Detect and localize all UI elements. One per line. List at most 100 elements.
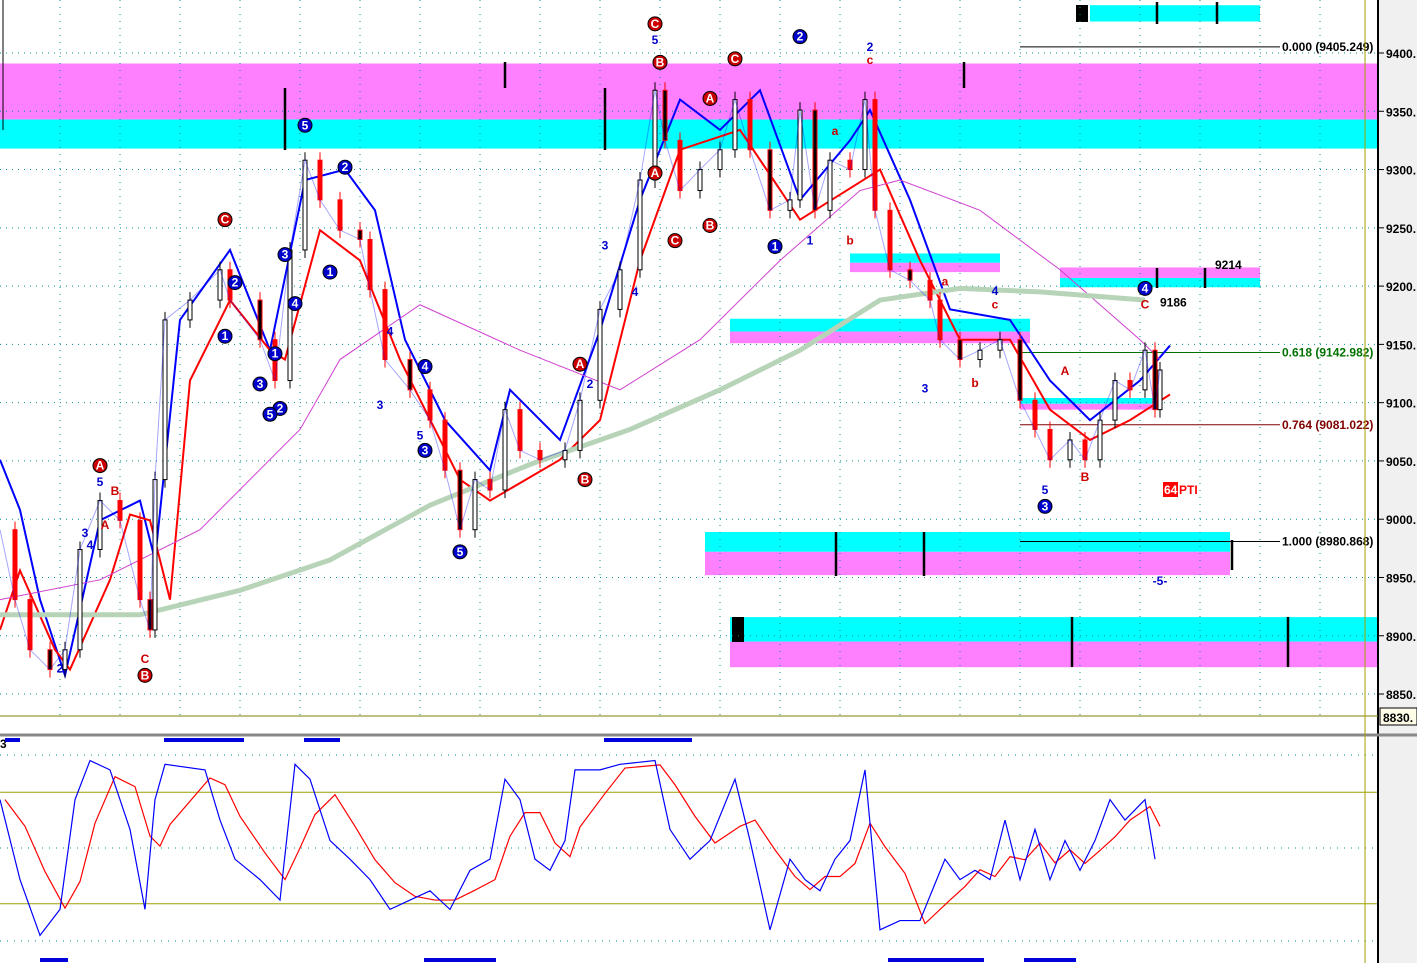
candle-body xyxy=(812,109,818,211)
zone-magenta xyxy=(1020,403,1160,410)
candle-body xyxy=(407,359,413,391)
candle-body xyxy=(317,159,323,201)
wave-label: 3 xyxy=(257,377,264,391)
y-tick-label: 9300. xyxy=(1386,164,1416,178)
candle-body xyxy=(732,99,738,151)
wave-label: A xyxy=(96,459,105,473)
supply-demand-zones xyxy=(0,2,1380,668)
signal-bar xyxy=(424,958,496,962)
candle-body xyxy=(577,399,583,451)
zone-magenta xyxy=(730,331,1030,344)
wave-label-text: a xyxy=(942,274,949,288)
zone-cyan xyxy=(850,253,1000,263)
wave-label-text: 5 xyxy=(97,475,104,489)
y-tick-label: 9200. xyxy=(1386,280,1416,294)
last-value-label: 8830. xyxy=(1383,711,1413,725)
candle-body xyxy=(137,519,143,601)
signal-bar xyxy=(888,958,984,962)
wave-label: 4 xyxy=(292,297,299,311)
candle-body xyxy=(117,500,123,521)
price-label: 9214 xyxy=(1215,258,1242,272)
line-upper-band xyxy=(0,88,1171,680)
wave-label-text: b xyxy=(846,234,853,248)
price-series xyxy=(0,82,1171,680)
signal-bar xyxy=(604,738,692,742)
wave-label-text: c xyxy=(992,298,999,312)
wave-label: C xyxy=(221,213,230,227)
candle-body xyxy=(472,479,478,531)
y-tick-label: 9400. xyxy=(1386,47,1416,61)
y-tick-label: 9150. xyxy=(1386,338,1416,352)
oscillator-panel: 0.0050.00100.0105.3 xyxy=(0,731,1416,963)
wave-label: 2 xyxy=(797,30,804,44)
candle-body xyxy=(77,549,83,651)
wave-label-text: A xyxy=(101,518,110,532)
candle-body xyxy=(537,449,543,461)
wave-label: B xyxy=(141,668,150,682)
zone-block xyxy=(732,617,744,642)
wave-label-text: 5 xyxy=(1042,483,1049,497)
candle-body xyxy=(927,279,933,301)
signal-bar xyxy=(5,738,20,742)
wave-label: 1 xyxy=(327,265,334,279)
candle-body xyxy=(457,469,463,531)
signal-bar xyxy=(1024,958,1076,962)
y-tick-label: 8850. xyxy=(1386,688,1416,702)
zone-magenta xyxy=(730,641,1380,668)
wave-label-text: c xyxy=(867,53,874,67)
candle-body xyxy=(907,269,913,281)
wave-label-text: 4 xyxy=(87,538,94,552)
candle-body xyxy=(827,159,833,211)
candle-body xyxy=(357,229,363,240)
candle-body xyxy=(27,599,33,651)
y-tick-label: 9100. xyxy=(1386,397,1416,411)
candle-body xyxy=(767,149,773,211)
signal-bar xyxy=(40,958,68,962)
wave-label-text: 3 xyxy=(377,398,384,412)
candle-body xyxy=(597,308,603,401)
y-tick-label: 9050. xyxy=(1386,455,1416,469)
candle-body xyxy=(427,389,433,421)
candle-body xyxy=(1032,399,1038,430)
candle-body xyxy=(502,409,508,491)
candle-body xyxy=(12,529,18,601)
wave-label-text: A xyxy=(1061,364,1070,378)
zone-cyan xyxy=(730,617,1380,642)
wave-label: A xyxy=(706,91,715,105)
wave-label-text: 4 xyxy=(992,284,999,298)
axis-background xyxy=(1378,0,1417,963)
wave-label: 5 xyxy=(267,407,274,421)
wave-label: C xyxy=(731,52,740,66)
wave-label-text: -5- xyxy=(1153,574,1168,588)
candle-body xyxy=(747,99,753,151)
wave-label: 1 xyxy=(272,347,279,361)
wave-label-text: a xyxy=(832,124,839,138)
wave-label: C xyxy=(671,234,680,248)
candle-body xyxy=(677,139,683,192)
wave-label: 1 xyxy=(772,239,779,253)
candle-body xyxy=(787,199,793,211)
fib-label: 1.000 (8980.868) xyxy=(1282,534,1373,548)
candle-body xyxy=(517,409,523,451)
candle-body xyxy=(1047,428,1053,461)
y-tick-label: 8950. xyxy=(1386,571,1416,585)
y-tick-label: 8900. xyxy=(1386,630,1416,644)
y-tick-label: 9350. xyxy=(1386,105,1416,119)
wave-label: A xyxy=(651,166,660,180)
wave-label-text: 2 xyxy=(57,661,64,675)
wave-label-text: 4 xyxy=(387,325,394,339)
fib-label: 0.000 (9405.249) xyxy=(1282,40,1373,54)
candle-body xyxy=(562,449,568,461)
y-tick-label: 9250. xyxy=(1386,222,1416,236)
wave-label: 1 xyxy=(222,329,229,343)
line-lower-band xyxy=(0,128,1171,672)
candle-body xyxy=(637,179,643,271)
candle-body xyxy=(1067,439,1073,461)
candle-body xyxy=(1157,369,1163,411)
candle-body xyxy=(302,159,308,251)
wave-label: 5 xyxy=(457,545,464,559)
wave-label-text: 1 xyxy=(807,234,814,248)
candle-body xyxy=(1112,380,1118,421)
y-tick-label: 9000. xyxy=(1386,513,1416,527)
wave-label: 2 xyxy=(342,160,349,174)
